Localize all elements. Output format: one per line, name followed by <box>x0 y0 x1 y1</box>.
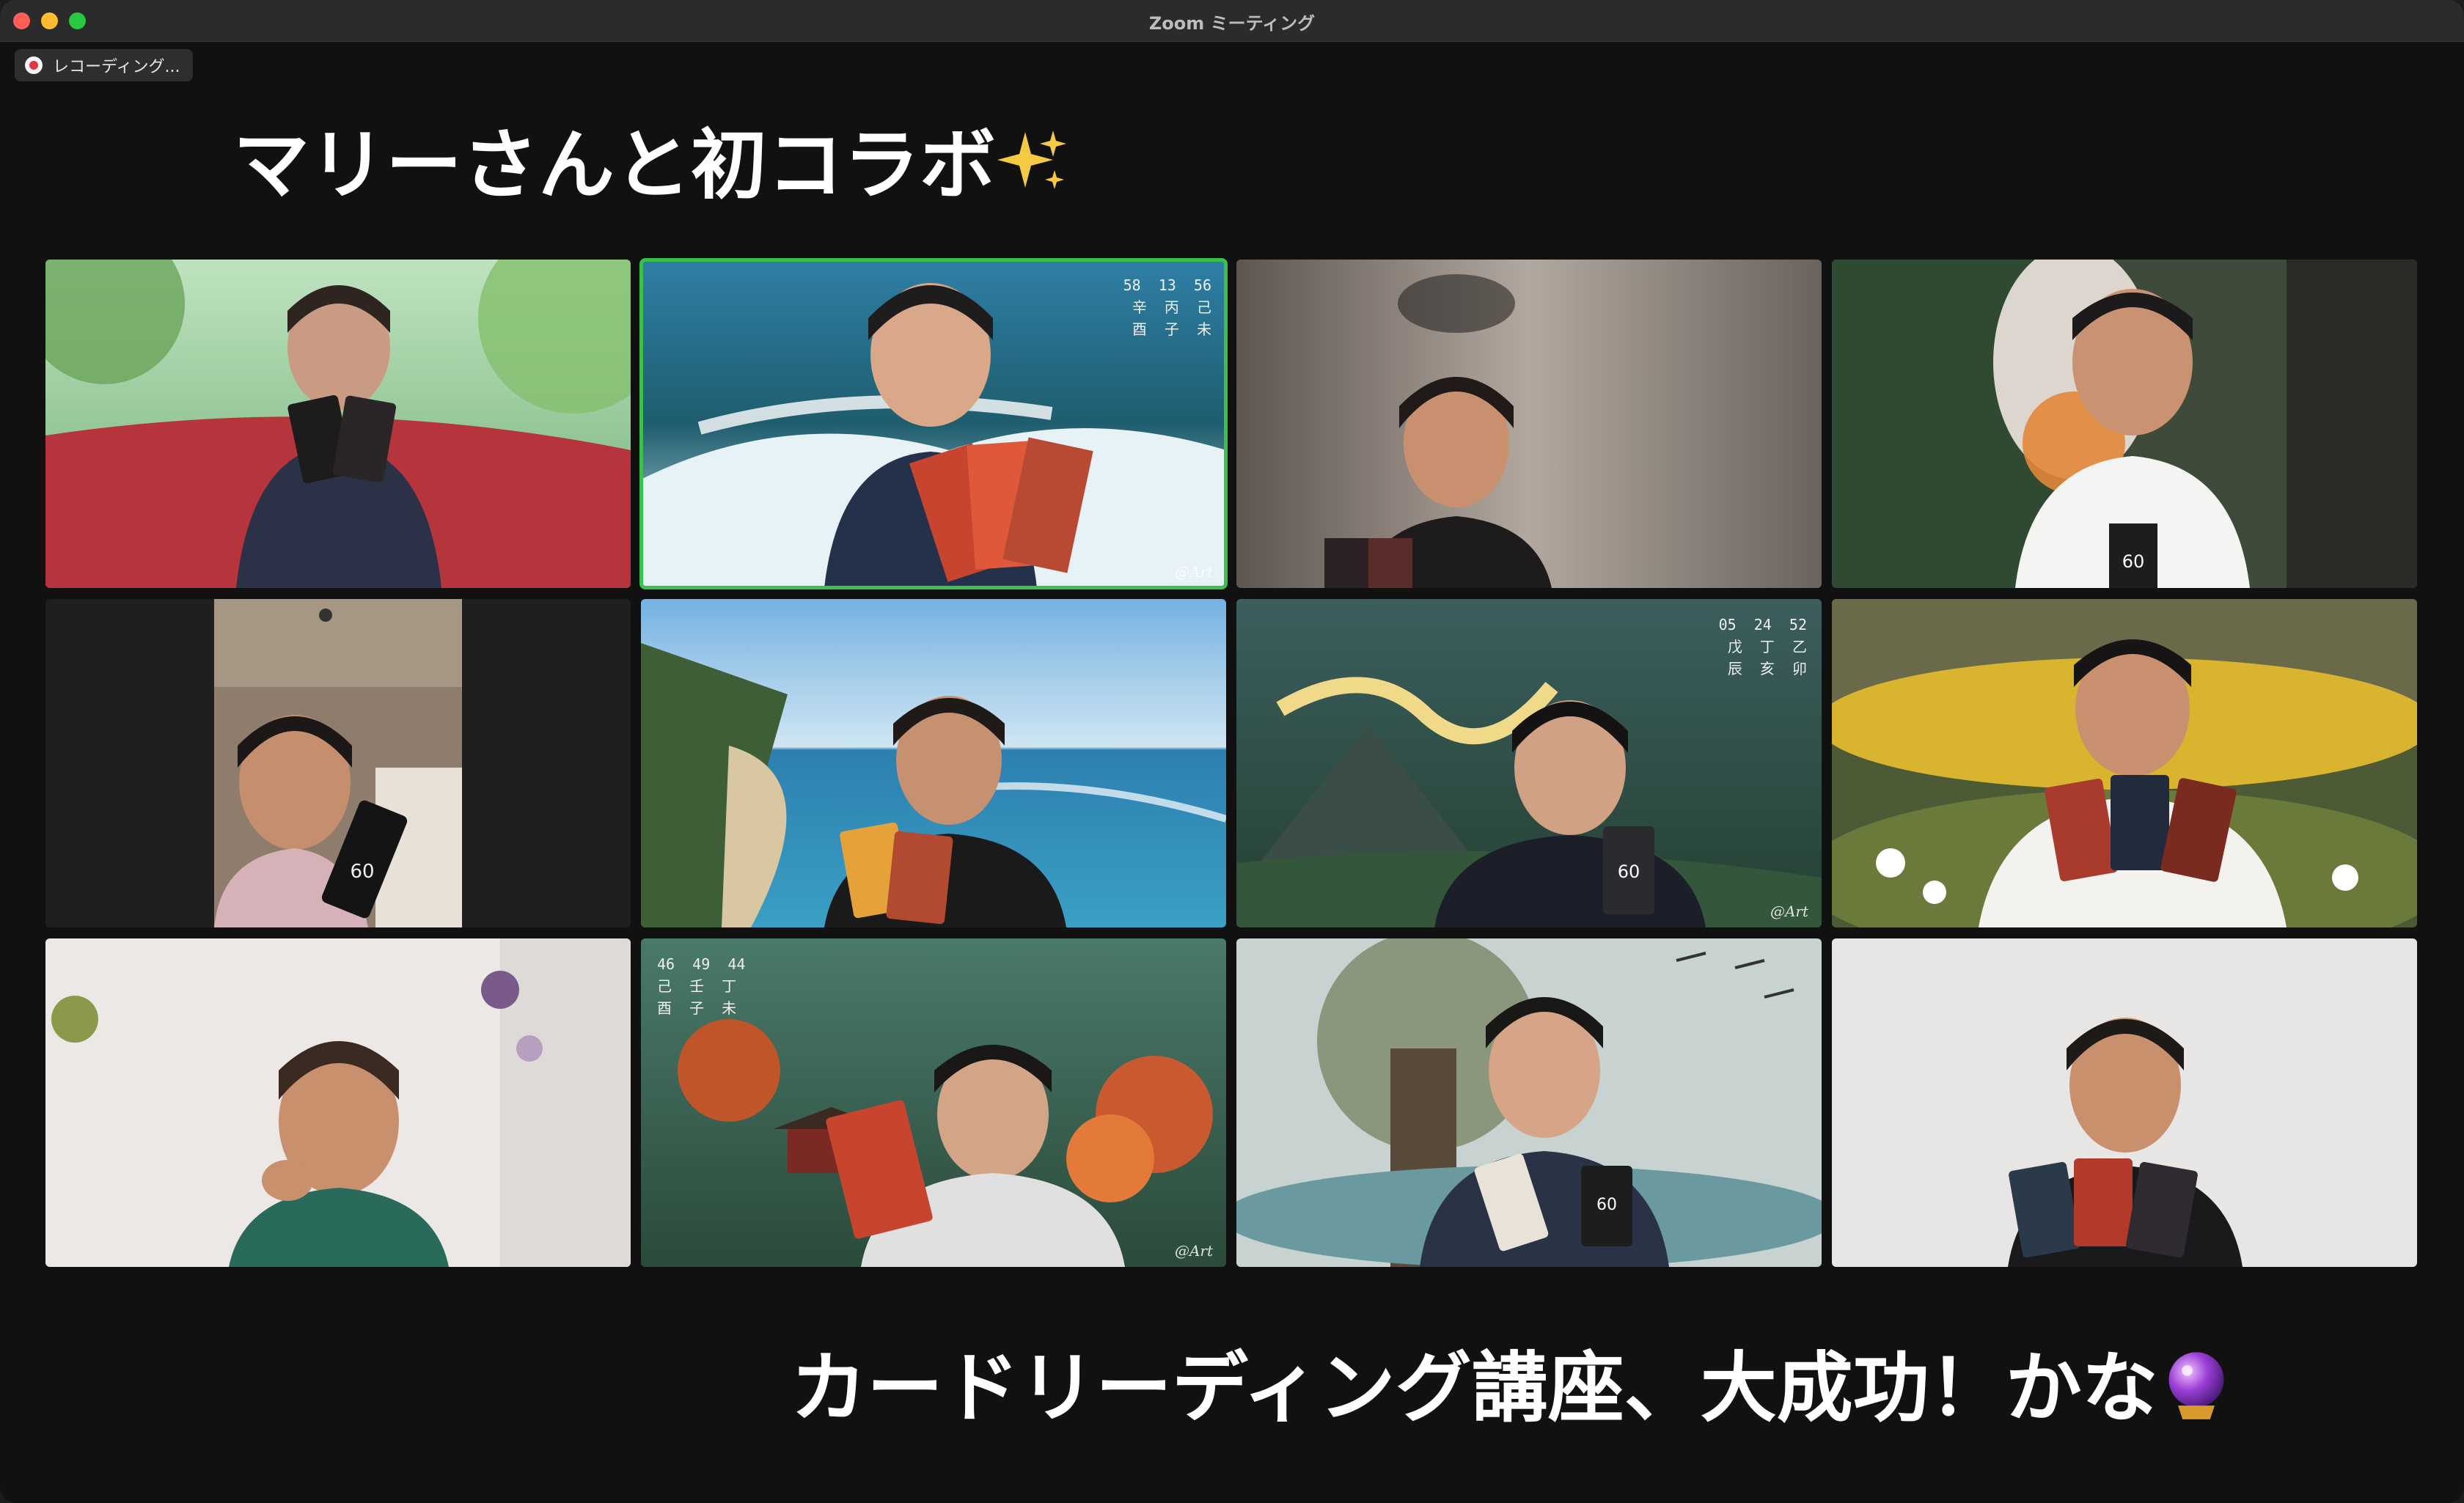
top-caption: マリーさんと初コラボ <box>233 103 1069 216</box>
card-number: 60 <box>1618 861 1640 882</box>
participant-video <box>45 260 631 588</box>
participant-video <box>1832 938 2417 1267</box>
crystal-ball-icon <box>2158 1346 2234 1441</box>
card-number: 60 <box>2122 551 2145 572</box>
video-tile[interactable] <box>45 938 631 1267</box>
gallery-grid: 58 13 56 辛 丙 己 酉 子 未 @Art 60 60 60 05 24… <box>45 258 2419 1267</box>
window-title: Zoom ミーティング <box>1148 13 1316 34</box>
video-tile[interactable]: 60 <box>45 599 631 927</box>
artist-watermark: @Art <box>1174 563 1213 581</box>
video-tile[interactable]: 60 <box>1832 260 2417 588</box>
calendar-digits: 46 49 44 己 壬 丁 酉 子 未 <box>657 955 746 1017</box>
video-tile[interactable] <box>45 260 631 588</box>
calendar-digits: 58 13 56 辛 丙 己 酉 子 未 <box>1123 276 1211 338</box>
video-tile-active-speaker[interactable]: 58 13 56 辛 丙 己 酉 子 未 @Art <box>639 258 1228 589</box>
participant-video: 60 <box>45 599 631 927</box>
participant-video: 60 <box>1236 938 1822 1267</box>
video-tile[interactable]: 46 49 44 己 壬 丁 酉 子 未 @Art <box>641 938 1226 1267</box>
record-icon <box>25 56 43 74</box>
video-tile[interactable] <box>1832 938 2417 1267</box>
recording-label: レコーディング... <box>53 58 180 76</box>
bottom-caption: カードリーディング講座、大成功！かな <box>791 1326 2234 1441</box>
video-tile[interactable] <box>641 599 1226 927</box>
card-number: 60 <box>350 861 374 883</box>
artist-watermark: @Art <box>1174 1242 1213 1260</box>
participant-video <box>45 938 631 1267</box>
video-tile[interactable]: 60 <box>1236 938 1822 1267</box>
video-tile[interactable]: 60 05 24 52 戊 丁 乙 辰 亥 卯 @Art <box>1236 599 1822 927</box>
artist-watermark: @Art <box>1770 903 1808 920</box>
participant-video <box>1832 599 2417 927</box>
calendar-digits: 05 24 52 戊 丁 乙 辰 亥 卯 <box>1718 616 1807 677</box>
participant-video <box>641 599 1226 927</box>
title-bar: Zoom ミーティング <box>0 0 2464 42</box>
top-caption-text: マリーさんと初コラボ <box>233 120 997 210</box>
video-tile[interactable] <box>1236 260 1822 588</box>
recording-indicator[interactable]: レコーディング... <box>15 49 194 81</box>
video-tile[interactable] <box>1832 599 2417 927</box>
bottom-caption-text: カードリーディング講座、大成功！かな <box>791 1343 2158 1433</box>
card-number: 60 <box>1596 1196 1617 1214</box>
sparkles-icon <box>996 125 1069 216</box>
zoom-window: Zoom ミーティング レコーディング... マリーさんと初コラボ 58 13 … <box>0 0 2464 1503</box>
participant-video: 60 <box>1832 260 2417 588</box>
participant-video <box>1236 260 1822 588</box>
